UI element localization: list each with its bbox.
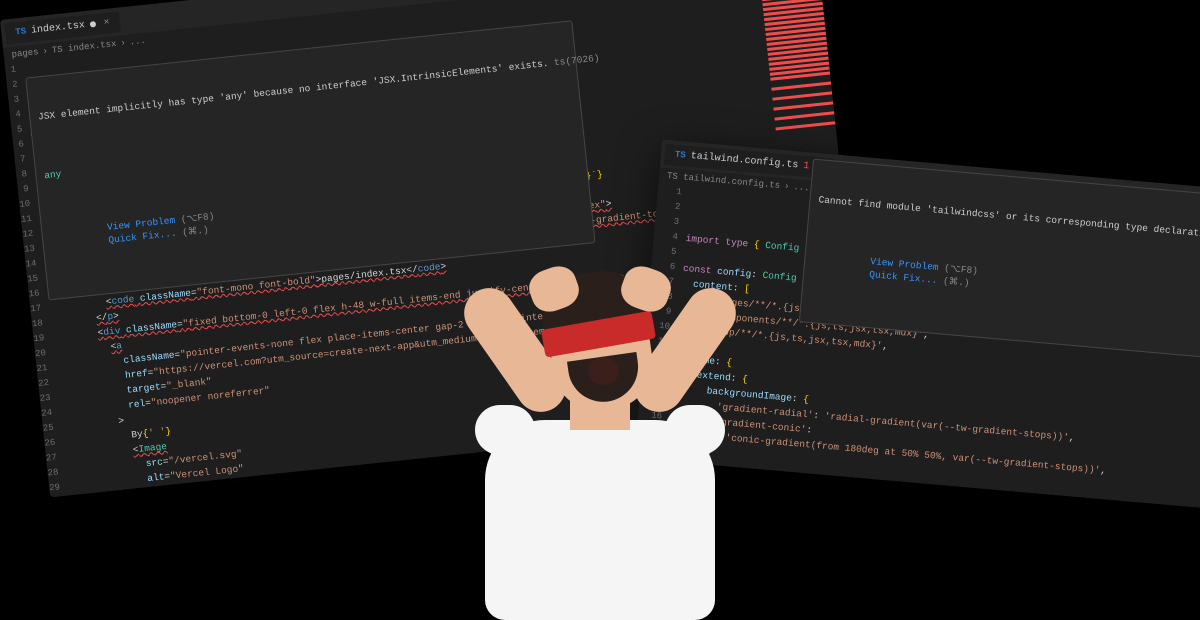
error-count-badge: 1 [803, 160, 810, 171]
code-body[interactable]: Cannot find module 'tailwindcss' or its … [660, 186, 1200, 509]
tab-filename: tailwind.config.ts [690, 151, 799, 171]
frustrated-person-illustration [460, 260, 740, 620]
tab-filename: index.tsx [31, 20, 86, 37]
close-icon[interactable]: × [103, 17, 110, 29]
code-line[interactable]: } [661, 500, 1200, 509]
modified-indicator-icon [89, 21, 96, 28]
typescript-icon: TS [674, 150, 686, 161]
typescript-icon: TS [15, 26, 27, 37]
